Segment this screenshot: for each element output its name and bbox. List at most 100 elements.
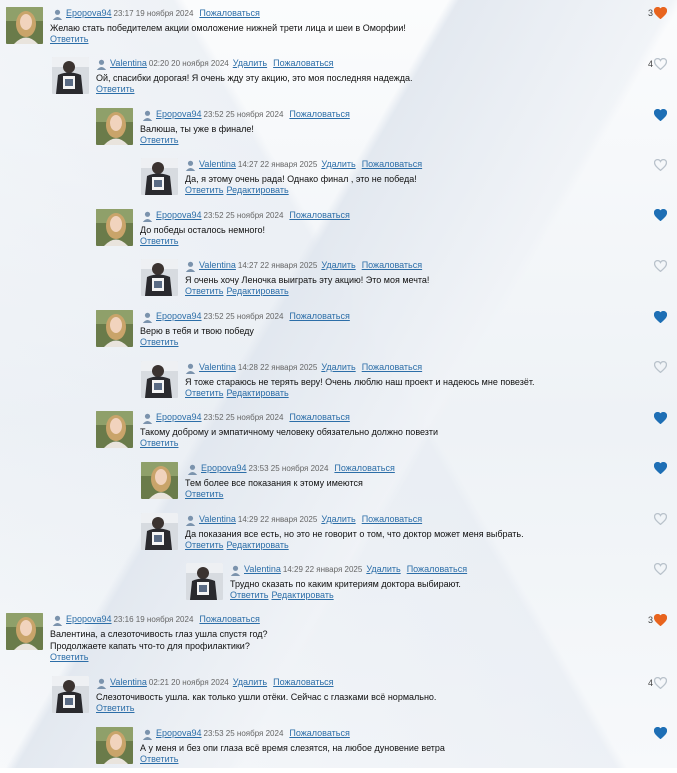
like-button[interactable]: 3 [643, 614, 667, 628]
delete-button[interactable]: Удалить [366, 564, 400, 574]
avatar[interactable] [52, 676, 89, 713]
report-button[interactable]: Пожаловаться [362, 362, 422, 372]
reply-button[interactable]: Ответить [140, 754, 178, 764]
edit-button[interactable]: Редактировать [226, 388, 288, 398]
comment-actions: Ответить [140, 135, 178, 146]
author-link[interactable]: Epopova94 [156, 412, 202, 422]
avatar[interactable] [96, 727, 133, 764]
author-link[interactable]: Epopova94 [156, 109, 202, 119]
author-link[interactable]: Valentina [110, 677, 147, 687]
author-link[interactable]: Epopova94 [156, 728, 202, 738]
like-button[interactable] [643, 563, 667, 577]
author-link[interactable]: Valentina [110, 58, 147, 68]
avatar[interactable] [96, 108, 133, 145]
avatar[interactable] [186, 563, 223, 600]
like-button[interactable] [643, 260, 667, 274]
reply-button[interactable]: Ответить [185, 540, 223, 550]
avatar[interactable] [141, 361, 178, 398]
reply-button[interactable]: Ответить [140, 337, 178, 347]
comment-text: Да, я этому очень рада! Однако финал , э… [185, 173, 417, 185]
like-button[interactable]: 4 [643, 677, 667, 691]
edit-button[interactable]: Редактировать [226, 540, 288, 550]
reply-button[interactable]: Ответить [185, 286, 223, 296]
report-button[interactable]: Пожаловаться [273, 677, 333, 687]
like-button[interactable] [643, 311, 667, 325]
reply-button[interactable]: Ответить [96, 703, 134, 713]
delete-button[interactable]: Удалить [321, 260, 355, 270]
avatar[interactable] [141, 259, 178, 296]
avatar[interactable] [96, 411, 133, 448]
comment: Epopova94 23:52 25 ноября 2024 Пожаловатьс… [96, 108, 637, 154]
delete-button[interactable]: Удалить [321, 514, 355, 524]
report-button[interactable]: Пожаловаться [289, 728, 349, 738]
avatar[interactable] [141, 513, 178, 550]
avatar[interactable] [96, 310, 133, 347]
author-link[interactable]: Epopova94 [66, 614, 112, 624]
reply-button[interactable]: Ответить [50, 652, 88, 662]
avatar[interactable] [52, 57, 89, 94]
comment-actions: Ответить Редактировать [185, 388, 289, 399]
edit-button[interactable]: Редактировать [226, 185, 288, 195]
reply-button[interactable]: Ответить [185, 185, 223, 195]
like-button[interactable] [643, 513, 667, 527]
user-icon [52, 615, 63, 626]
author-link[interactable]: Epopova94 [66, 8, 112, 18]
comment-actions: Ответить [96, 84, 134, 95]
comment-actions: Ответить Редактировать [185, 540, 289, 551]
report-button[interactable]: Пожаловаться [289, 311, 349, 321]
author-link[interactable]: Valentina [199, 514, 236, 524]
delete-button[interactable]: Удалить [233, 677, 267, 687]
delete-button[interactable]: Удалить [321, 362, 355, 372]
reply-button[interactable]: Ответить [96, 84, 134, 94]
reply-button[interactable]: Ответить [140, 438, 178, 448]
report-button[interactable]: Пожаловаться [273, 58, 333, 68]
reply-button[interactable]: Ответить [185, 489, 223, 499]
comment-actions: Ответить [140, 438, 178, 449]
report-button[interactable]: Пожаловаться [362, 159, 422, 169]
comment-date: 14:27 22 января 2025 [237, 160, 318, 169]
reply-button[interactable]: Ответить [230, 590, 268, 600]
edit-button[interactable]: Редактировать [226, 286, 288, 296]
avatar[interactable] [141, 462, 178, 499]
reply-button[interactable]: Ответить [185, 388, 223, 398]
avatar[interactable] [141, 158, 178, 195]
like-button[interactable] [643, 109, 667, 123]
comment-text-line: Верю в тебя и твою победу [140, 326, 254, 336]
avatar[interactable] [6, 7, 43, 44]
report-button[interactable]: Пожаловаться [407, 564, 467, 574]
like-button[interactable]: 3 [643, 7, 667, 21]
author-link[interactable]: Epopova94 [156, 210, 202, 220]
report-button[interactable]: Пожаловаться [334, 463, 394, 473]
like-button[interactable] [643, 462, 667, 476]
comment-text-line: Я очень хочу Леночка выиграть эту акцию!… [185, 275, 430, 285]
author-link[interactable]: Epopova94 [201, 463, 247, 473]
comment-text-line: Да показания все есть, но это не говорит… [185, 529, 524, 539]
author-link[interactable]: Epopova94 [156, 311, 202, 321]
reply-button[interactable]: Ответить [50, 34, 88, 44]
like-button[interactable] [643, 412, 667, 426]
edit-button[interactable]: Редактировать [271, 590, 333, 600]
like-button[interactable]: 4 [643, 58, 667, 72]
author-link[interactable]: Valentina [199, 260, 236, 270]
report-button[interactable]: Пожаловаться [289, 412, 349, 422]
like-button[interactable] [643, 361, 667, 375]
report-button[interactable]: Пожаловаться [362, 260, 422, 270]
report-button[interactable]: Пожаловаться [289, 109, 349, 119]
author-link[interactable]: Valentina [244, 564, 281, 574]
like-button[interactable] [643, 159, 667, 173]
report-button[interactable]: Пожаловаться [362, 514, 422, 524]
reply-button[interactable]: Ответить [140, 135, 178, 145]
author-link[interactable]: Valentina [199, 362, 236, 372]
author-link[interactable]: Valentina [199, 159, 236, 169]
comment-actions: Ответить [96, 703, 134, 714]
delete-button[interactable]: Удалить [321, 159, 355, 169]
like-button[interactable] [643, 209, 667, 223]
reply-button[interactable]: Ответить [140, 236, 178, 246]
delete-button[interactable]: Удалить [233, 58, 267, 68]
report-button[interactable]: Пожаловаться [289, 210, 349, 220]
report-button[interactable]: Пожаловаться [199, 8, 259, 18]
report-button[interactable]: Пожаловаться [199, 614, 259, 624]
like-button[interactable] [643, 727, 667, 741]
avatar[interactable] [6, 613, 43, 650]
avatar[interactable] [96, 209, 133, 246]
